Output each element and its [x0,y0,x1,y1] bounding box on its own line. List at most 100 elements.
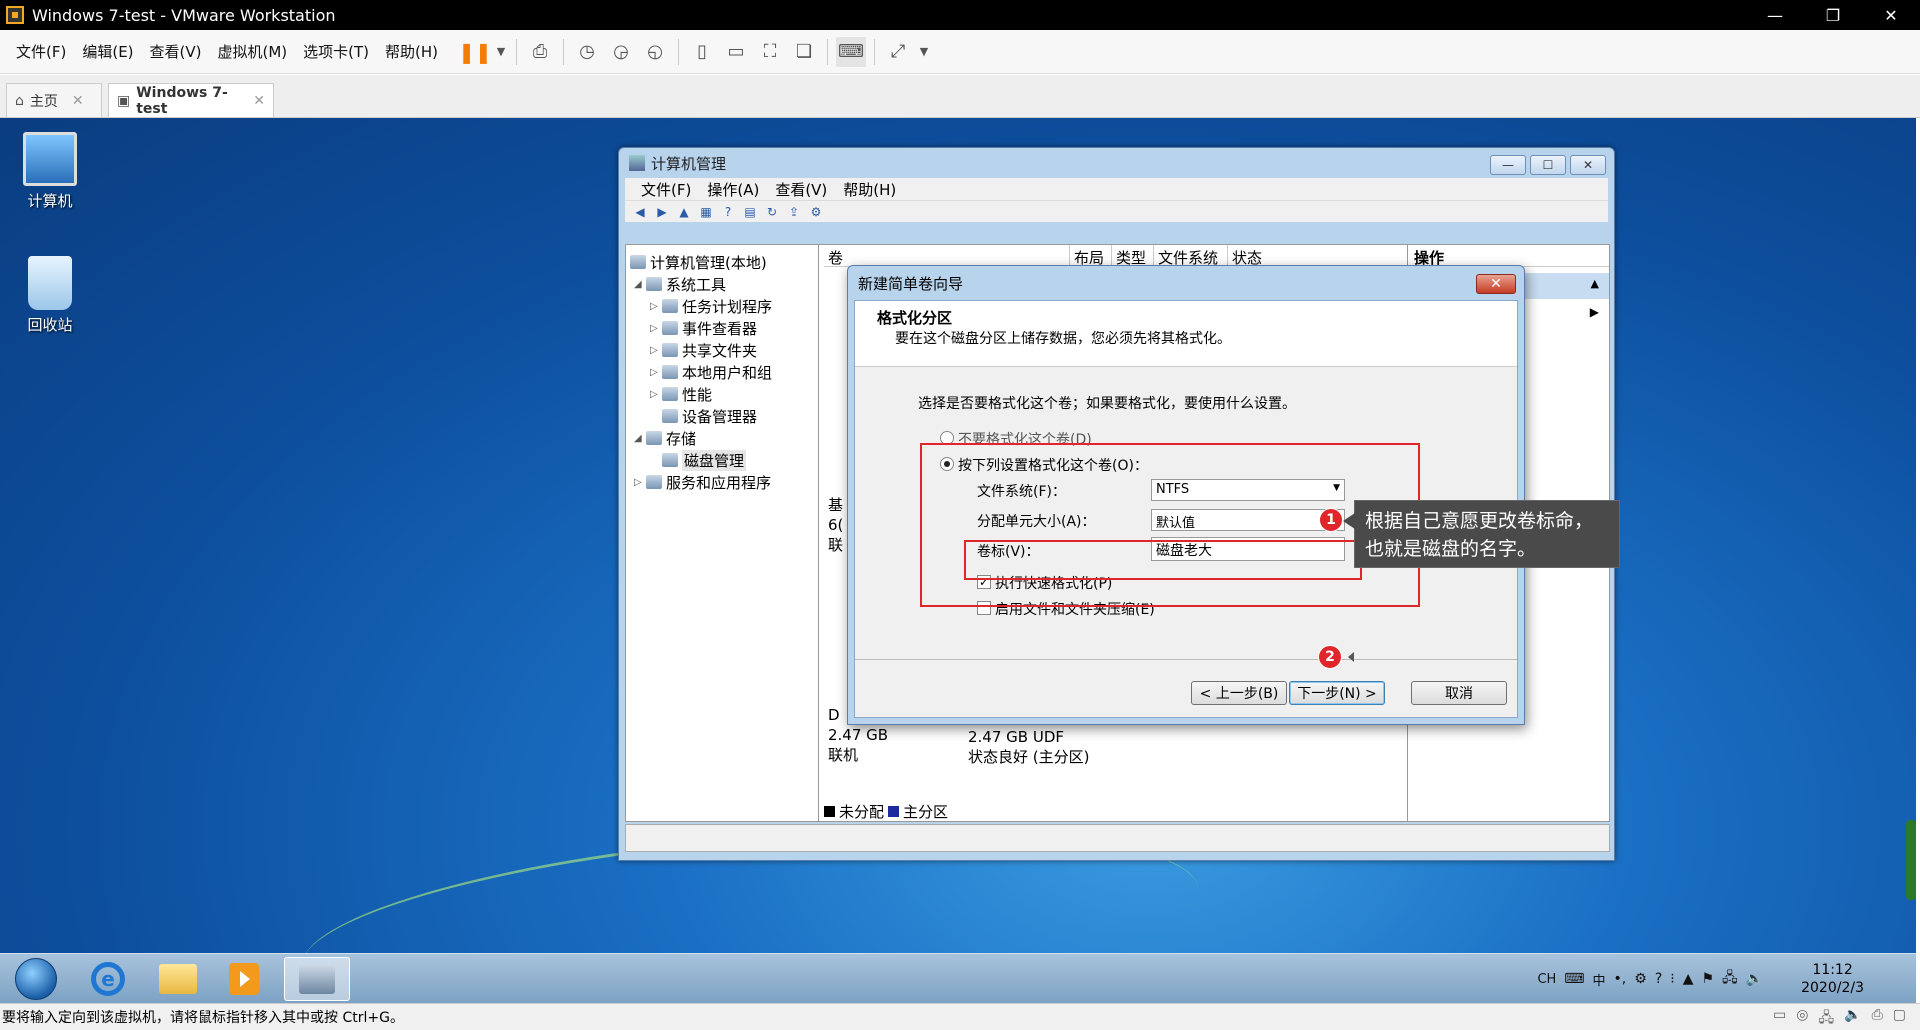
desktop-icon-computer[interactable]: 计算机 [10,132,90,211]
volume-icon[interactable]: 🔈 [1746,971,1763,987]
tree-item-system-tools[interactable]: ◢ 系统工具 [626,273,818,295]
cdrom-icon[interactable]: ◎ [1796,1007,1808,1030]
tab-vm[interactable]: ▣ Windows 7-test ✕ [108,83,274,117]
revert-snapshot-icon[interactable]: ◶ [606,37,636,67]
col-status[interactable]: 状态 [1228,245,1404,267]
pause-icon[interactable]: ❚❚ [458,37,492,67]
menu-vm[interactable]: 虚拟机(M) [210,41,296,62]
expanded-icon[interactable]: ◢ [634,433,646,444]
collapsed-icon[interactable]: ▷ [650,323,662,334]
cancel-button[interactable]: 取消 [1411,681,1507,705]
network-adapter-icon[interactable]: 🖧 [1819,1007,1835,1030]
ime-options-icon[interactable]: ⁝ [1670,971,1674,987]
next-button[interactable]: 下一步(N) > [1289,681,1385,705]
tray-clock[interactable]: 11:12 2020/2/3 [1801,961,1864,997]
tree-item-storage[interactable]: ◢ 存储 [626,427,818,449]
col-type[interactable]: 类型 [1112,245,1154,267]
collapsed-icon[interactable]: ▷ [634,477,646,488]
collapsed-icon[interactable]: ▷ [650,389,662,400]
cm-menu-file[interactable]: 文件(F) [633,179,699,200]
back-icon[interactable]: ◀ [631,204,649,220]
tree-item-root[interactable]: 计算机管理(本地) [626,251,818,273]
tree-item-device-manager[interactable]: 设备管理器 [626,405,818,427]
restore-icon[interactable]: ❐ [1804,0,1862,30]
menu-help[interactable]: 帮助(H) [377,41,446,62]
tree-item-disk-management[interactable]: 磁盘管理 [626,449,818,471]
menu-view[interactable]: 查看(V) [142,41,210,62]
fullscreen-icon[interactable]: ⛶ [755,37,785,67]
tab-close-icon[interactable]: ✕ [253,93,265,109]
wizard-close-button[interactable]: ✕ [1476,274,1516,294]
tree-item-event-viewer[interactable]: ▷ 事件查看器 [626,317,818,339]
export-icon[interactable]: ⇪ [785,204,803,220]
collapsed-icon[interactable]: ▷ [650,345,662,356]
desktop-icon-recycle-bin[interactable]: 回收站 [10,256,90,335]
tab-close-icon[interactable]: ✕ [72,93,84,109]
tab-home[interactable]: ⌂ 主页 ✕ [6,83,102,117]
forward-icon[interactable]: ▶ [653,204,671,220]
unity-icon[interactable]: ❏ [789,37,819,67]
refresh-icon[interactable]: ↻ [763,204,781,220]
action-center-icon[interactable]: ⚑ [1701,971,1714,987]
stretch-icon[interactable]: ⤢ [883,37,913,67]
ime-icon[interactable]: ⌨ [1564,971,1584,987]
taskbar-media-player[interactable] [214,957,274,1001]
cm-titlebar[interactable]: 计算机管理 [619,148,1614,178]
col-filesystem[interactable]: 文件系统 [1154,245,1228,267]
dropdown-icon[interactable]: ▼ [917,37,931,67]
wizard-titlebar[interactable]: 新建简单卷向导 [848,266,1524,300]
close-icon[interactable]: ✕ [1862,0,1920,30]
taskbar-ie[interactable]: e [78,957,138,1001]
vm-resize-handle[interactable] [1906,820,1916,900]
ime-toolbar-icon[interactable]: ⚙ [1634,971,1647,987]
dropdown-icon[interactable]: ▼ [494,37,508,67]
up-icon[interactable]: ▲ [675,204,693,220]
status-message: 要将输入定向到该虚拟机，请将鼠标指针移入其中或按 Ctrl+G。 [2,1010,404,1026]
snapshot-icon[interactable]: ◷ [572,37,602,67]
snapshot-manager-icon[interactable]: ◵ [640,37,670,67]
maximize-icon[interactable]: ☐ [1530,155,1566,175]
taskbar-computer-management[interactable] [284,957,350,1001]
cm-menu-view[interactable]: 查看(V) [767,179,835,200]
tree-item-local-users[interactable]: ▷ 本地用户和组 [626,361,818,383]
message-icon[interactable]: ▢ [1893,1007,1906,1030]
close-icon[interactable]: ✕ [1570,155,1606,175]
tray-ime-mode[interactable]: 中 [1593,970,1606,989]
tree-item-shared-folders[interactable]: ▷ 共享文件夹 [626,339,818,361]
ime-help-icon[interactable]: ? [1655,971,1662,987]
menu-edit[interactable]: 编辑(E) [74,41,141,62]
cm-menu-action[interactable]: 操作(A) [699,179,767,200]
collapsed-icon[interactable]: ▷ [650,367,662,378]
tree-item-performance[interactable]: ▷ 性能 [626,383,818,405]
tree-item-task-scheduler[interactable]: ▷ 任务计划程序 [626,295,818,317]
menu-file[interactable]: 文件(F) [8,41,74,62]
col-volume[interactable]: 卷 [824,245,1070,267]
printer-icon[interactable]: ⎙ [1872,1007,1883,1030]
thumbnail-icon[interactable]: ▭ [721,37,751,67]
menu-tabs[interactable]: 选项卡(T) [295,41,377,62]
properties-icon[interactable]: ▤ [741,204,759,220]
minimize-icon[interactable]: — [1490,155,1526,175]
taskbar-explorer[interactable] [148,957,208,1001]
help-icon[interactable]: ? [719,204,737,220]
sound-icon[interactable]: 🔈 [1844,1007,1861,1030]
show-hidden-icons-icon[interactable]: ▲ [1683,971,1694,987]
back-button[interactable]: < 上一步(B) [1191,681,1287,705]
minimize-icon[interactable]: — [1746,0,1804,30]
ime-punctuation-icon[interactable]: •, [1614,971,1627,987]
collapsed-icon[interactable]: ▷ [650,301,662,312]
sidebar-toggle-icon[interactable]: ▯ [687,37,717,67]
network-icon[interactable]: 🖧 [1722,967,1738,991]
show-tree-icon[interactable]: ▦ [697,204,715,220]
expanded-icon[interactable]: ◢ [634,279,646,290]
tray-language[interactable]: CH [1537,972,1556,987]
console-icon[interactable]: ⌨ [836,36,867,67]
send-keys-icon[interactable]: ⎙ [525,37,555,67]
cm-menu-help[interactable]: 帮助(H) [835,179,904,200]
settings-icon[interactable]: ⚙ [807,204,825,220]
hard-disk-icon[interactable]: ▭ [1773,1007,1786,1030]
more-actions-icon[interactable]: ▶ [1590,305,1599,319]
col-layout[interactable]: 布局 [1070,245,1112,267]
start-button[interactable] [6,957,66,1001]
tree-item-services-apps[interactable]: ▷ 服务和应用程序 [626,471,818,493]
